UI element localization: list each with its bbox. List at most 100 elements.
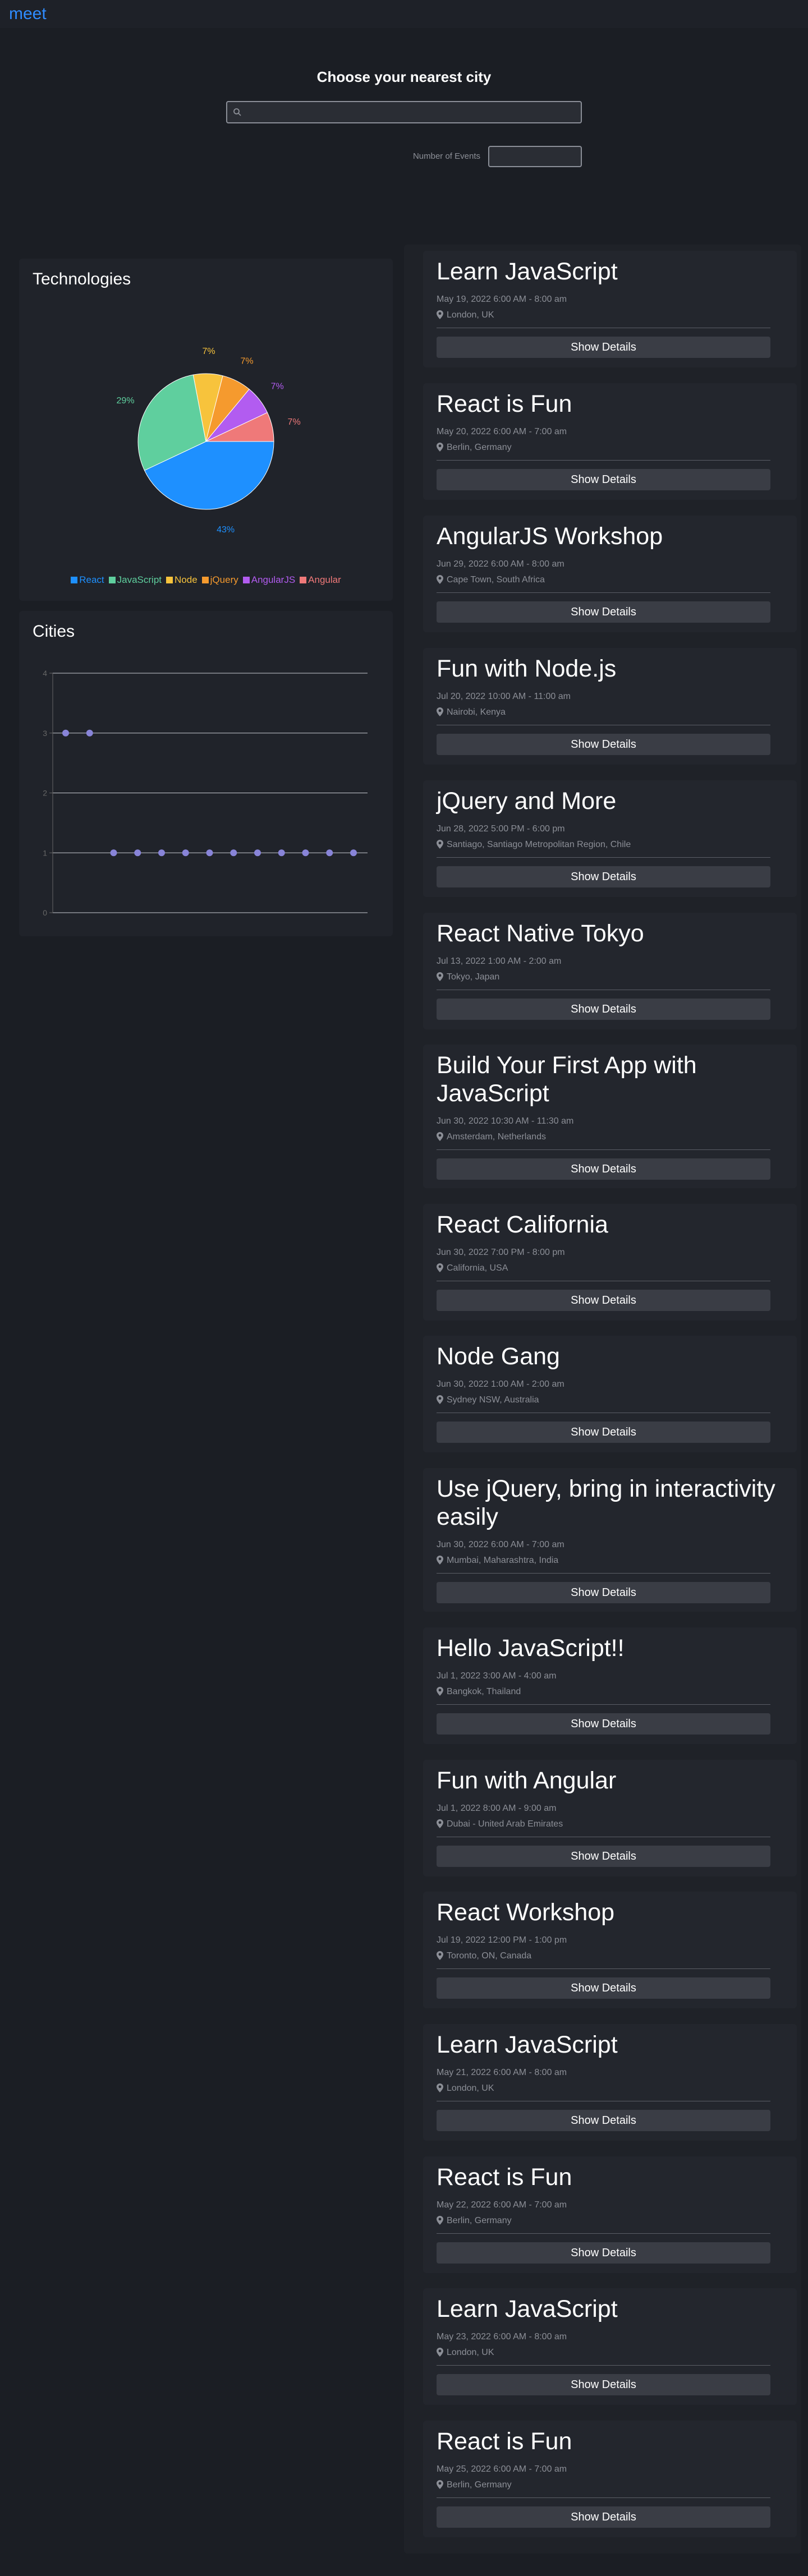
- event-location-text: Toronto, ON, Canada: [447, 1951, 532, 1961]
- event-card: Hello JavaScript!! Jul 1, 2022 3:00 AM - …: [423, 1627, 797, 1744]
- pie-label-jquery: 7%: [241, 357, 254, 366]
- event-card: React Native Tokyo Jul 13, 2022 1:00 AM -…: [423, 913, 797, 1029]
- y-tick-label: 0: [43, 908, 47, 917]
- map-pin-icon: [437, 1951, 443, 1960]
- event-card: Learn JavaScript May 23, 2022 6:00 AM - 8…: [423, 2288, 797, 2405]
- map-pin-icon: [437, 2480, 443, 2489]
- legend-item-angularjs: AngularJS: [242, 574, 296, 586]
- event-title: React Native Tokyo: [437, 920, 644, 947]
- event-title: Fun with Node.js: [437, 655, 617, 682]
- event-location: London, UK: [437, 2348, 494, 2358]
- app-logo: meet: [9, 4, 47, 23]
- legend-swatch: [300, 577, 307, 583]
- event-card: React is Fun May 20, 2022 6:00 AM - 7:00 …: [423, 383, 797, 500]
- show-details-button[interactable]: Show Details: [437, 1158, 770, 1180]
- scatter-point: [182, 849, 189, 857]
- show-details-button[interactable]: Show Details: [437, 2110, 770, 2131]
- event-location-text: Mumbai, Maharashtra, India: [447, 1556, 559, 1565]
- show-details-button[interactable]: Show Details: [437, 1846, 770, 1867]
- city-search-input[interactable]: [245, 102, 579, 122]
- y-tick-label: 1: [43, 848, 47, 857]
- search-icon: [233, 108, 241, 116]
- event-time: Jun 29, 2022 6:00 AM - 8:00 am: [437, 559, 564, 569]
- event-time: May 20, 2022 6:00 AM - 7:00 am: [437, 427, 567, 436]
- event-location: London, UK: [437, 2083, 494, 2094]
- event-location-text: Sydney NSW, Australia: [447, 1395, 539, 1405]
- event-title: React is Fun: [437, 390, 572, 417]
- scatter-point: [302, 849, 309, 857]
- pie-label-javascript: 29%: [117, 396, 135, 406]
- scatter-point: [206, 849, 213, 857]
- event-card: React is Fun May 22, 2022 6:00 AM - 7:00 …: [423, 2156, 797, 2273]
- legend-item-node: Node: [166, 574, 198, 586]
- event-divider: [437, 2233, 770, 2234]
- show-details-button[interactable]: Show Details: [437, 999, 770, 1020]
- legend-swatch: [242, 577, 250, 583]
- event-divider: [437, 1149, 770, 1150]
- event-location: Cape Town, South Africa: [437, 575, 545, 585]
- event-card: Node Gang Jun 30, 2022 1:00 AM - 2:00 am S…: [423, 1336, 797, 1452]
- city-search-box[interactable]: [226, 101, 582, 123]
- show-details-button[interactable]: Show Details: [437, 469, 770, 490]
- legend-label: jQuery: [210, 574, 238, 585]
- event-title: Fun with Angular: [437, 1767, 617, 1794]
- event-location-text: Amsterdam, Netherlands: [447, 1132, 546, 1142]
- legend-item-angular: Angular: [300, 574, 341, 586]
- event-title: React is Fun: [437, 2428, 572, 2455]
- event-time: May 21, 2022 6:00 AM - 8:00 am: [437, 2068, 567, 2077]
- event-location: Santiago, Santiago Metropolitan Region, …: [437, 840, 631, 850]
- event-title: React is Fun: [437, 2164, 572, 2191]
- event-time: Jun 30, 2022 6:00 AM - 7:00 am: [437, 1540, 564, 1549]
- event-list: Learn JavaScript May 19, 2022 6:00 AM - 8…: [404, 245, 801, 2554]
- legend-item-react: React: [71, 574, 104, 586]
- event-location-text: Tokyo, Japan: [447, 972, 500, 982]
- show-details-button[interactable]: Show Details: [437, 1422, 770, 1443]
- legend-label: Angular: [308, 574, 341, 585]
- show-details-button[interactable]: Show Details: [437, 734, 770, 755]
- legend-label: AngularJS: [251, 574, 296, 585]
- show-details-button[interactable]: Show Details: [437, 1713, 770, 1735]
- event-divider: [437, 592, 770, 593]
- show-details-button[interactable]: Show Details: [437, 1582, 770, 1603]
- show-details-button[interactable]: Show Details: [437, 601, 770, 623]
- map-pin-icon: [437, 2083, 443, 2092]
- event-card: Build Your First App with JavaScript Jun …: [423, 1045, 797, 1188]
- event-time: May 19, 2022 6:00 AM - 8:00 am: [437, 295, 567, 304]
- map-pin-icon: [437, 575, 443, 584]
- number-of-events-input[interactable]: [488, 146, 582, 167]
- event-card: Fun with Angular Jul 1, 2022 8:00 AM - 9:…: [423, 1760, 797, 1876]
- event-card: React Workshop Jul 19, 2022 12:00 PM - 1:…: [423, 1892, 797, 2008]
- cities-panel: Cities 01234: [19, 611, 393, 936]
- show-details-button[interactable]: Show Details: [437, 1977, 770, 1999]
- scatter-point: [86, 729, 93, 737]
- legend-label: JavaScript: [117, 574, 162, 585]
- map-pin-icon: [437, 1263, 443, 1272]
- event-card: Learn JavaScript May 19, 2022 6:00 AM - 8…: [423, 251, 797, 367]
- y-tick-label: 4: [43, 669, 47, 678]
- pie-label-angular: 7%: [288, 417, 301, 427]
- pie-label-angularjs: 7%: [271, 381, 284, 391]
- event-location-text: Bangkok, Thailand: [447, 1687, 521, 1696]
- event-title: Hello JavaScript!!: [437, 1635, 625, 1662]
- event-location: Mumbai, Maharashtra, India: [437, 1556, 558, 1566]
- show-details-button[interactable]: Show Details: [437, 866, 770, 887]
- show-details-button[interactable]: Show Details: [437, 337, 770, 358]
- event-title: AngularJS Workshop: [437, 523, 663, 550]
- event-divider: [437, 1968, 770, 1969]
- map-pin-icon: [437, 972, 443, 981]
- event-time: May 25, 2022 6:00 AM - 7:00 am: [437, 2464, 567, 2474]
- map-pin-icon: [437, 1132, 443, 1141]
- show-details-button[interactable]: Show Details: [437, 2242, 770, 2264]
- show-details-button[interactable]: Show Details: [437, 2374, 770, 2395]
- show-details-button[interactable]: Show Details: [437, 1290, 770, 1311]
- show-details-button[interactable]: Show Details: [437, 2506, 770, 2528]
- event-time: Jun 30, 2022 10:30 AM - 11:30 am: [437, 1116, 574, 1126]
- event-time: Jul 1, 2022 8:00 AM - 9:00 am: [437, 1804, 557, 1813]
- map-pin-icon: [437, 2348, 443, 2357]
- technologies-pie-chart: 43% 29% 7% 7% 7% 7%: [117, 347, 301, 535]
- legend-label: Node: [175, 574, 198, 585]
- event-card: Fun with Node.js Jul 20, 2022 10:00 AM - …: [423, 648, 797, 765]
- event-title: React Workshop: [437, 1899, 615, 1926]
- map-pin-icon: [437, 1395, 443, 1404]
- event-title: Learn JavaScript: [437, 2296, 618, 2322]
